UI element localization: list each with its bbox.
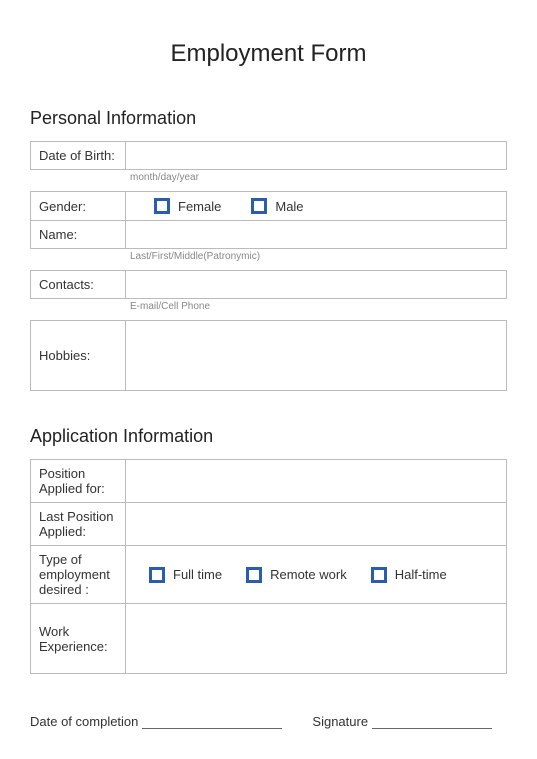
- checkbox-icon: [154, 198, 170, 214]
- checkbox-icon: [251, 198, 267, 214]
- hobbies-table: Hobbies:: [30, 320, 507, 391]
- emp-remote-label: Remote work: [270, 567, 347, 582]
- signature-label: Signature: [312, 714, 368, 729]
- checkbox-icon: [246, 567, 262, 583]
- gender-name-table: Gender: Female Male Name:: [30, 191, 507, 249]
- checkbox-icon: [149, 567, 165, 583]
- date-completion-label: Date of completion: [30, 714, 138, 729]
- work-experience-label: Work Experience:: [31, 604, 126, 674]
- application-info-table: Position Applied for: Last Position Appl…: [30, 459, 507, 674]
- gender-male-option[interactable]: Male: [251, 198, 303, 214]
- emp-fulltime-option[interactable]: Full time: [149, 567, 222, 583]
- last-position-label: Last Position Applied:: [31, 503, 126, 546]
- dob-field[interactable]: [126, 142, 507, 170]
- contacts-table: Contacts:: [30, 270, 507, 299]
- emp-fulltime-label: Full time: [173, 567, 222, 582]
- position-applied-field[interactable]: [126, 460, 507, 503]
- signature-field[interactable]: [372, 715, 492, 729]
- emp-halftime-label: Half-time: [395, 567, 447, 582]
- employment-type-cell: Full time Remote work Half-time: [126, 546, 507, 604]
- personal-info-table: Date of Birth:: [30, 141, 507, 170]
- dob-hint: month/day/year: [30, 170, 507, 191]
- gender-label: Gender:: [31, 192, 126, 221]
- page-title: Employment Form: [30, 40, 507, 68]
- name-hint: Last/First/Middle(Patronymic): [30, 249, 507, 270]
- emp-halftime-option[interactable]: Half-time: [371, 567, 447, 583]
- hobbies-field[interactable]: [126, 321, 507, 391]
- work-experience-field[interactable]: [126, 604, 507, 674]
- section-application-heading: Application Information: [30, 426, 507, 447]
- signature-row: Date of completion Signature: [30, 714, 507, 729]
- section-personal-heading: Personal Information: [30, 108, 507, 129]
- gender-female-label: Female: [178, 199, 221, 214]
- emp-remote-option[interactable]: Remote work: [246, 567, 347, 583]
- checkbox-icon: [371, 567, 387, 583]
- gender-options-cell: Female Male: [126, 192, 507, 221]
- gender-male-label: Male: [275, 199, 303, 214]
- date-completion-field[interactable]: [142, 715, 282, 729]
- employment-type-label: Type of employment desired :: [31, 546, 126, 604]
- last-position-field[interactable]: [126, 503, 507, 546]
- contacts-label: Contacts:: [31, 271, 126, 299]
- gender-female-option[interactable]: Female: [154, 198, 221, 214]
- dob-label: Date of Birth:: [31, 142, 126, 170]
- contacts-hint: E-mail/Cell Phone: [30, 299, 507, 320]
- name-label: Name:: [31, 221, 126, 249]
- position-applied-label: Position Applied for:: [31, 460, 126, 503]
- hobbies-label: Hobbies:: [31, 321, 126, 391]
- name-field[interactable]: [126, 221, 507, 249]
- contacts-field[interactable]: [126, 271, 507, 299]
